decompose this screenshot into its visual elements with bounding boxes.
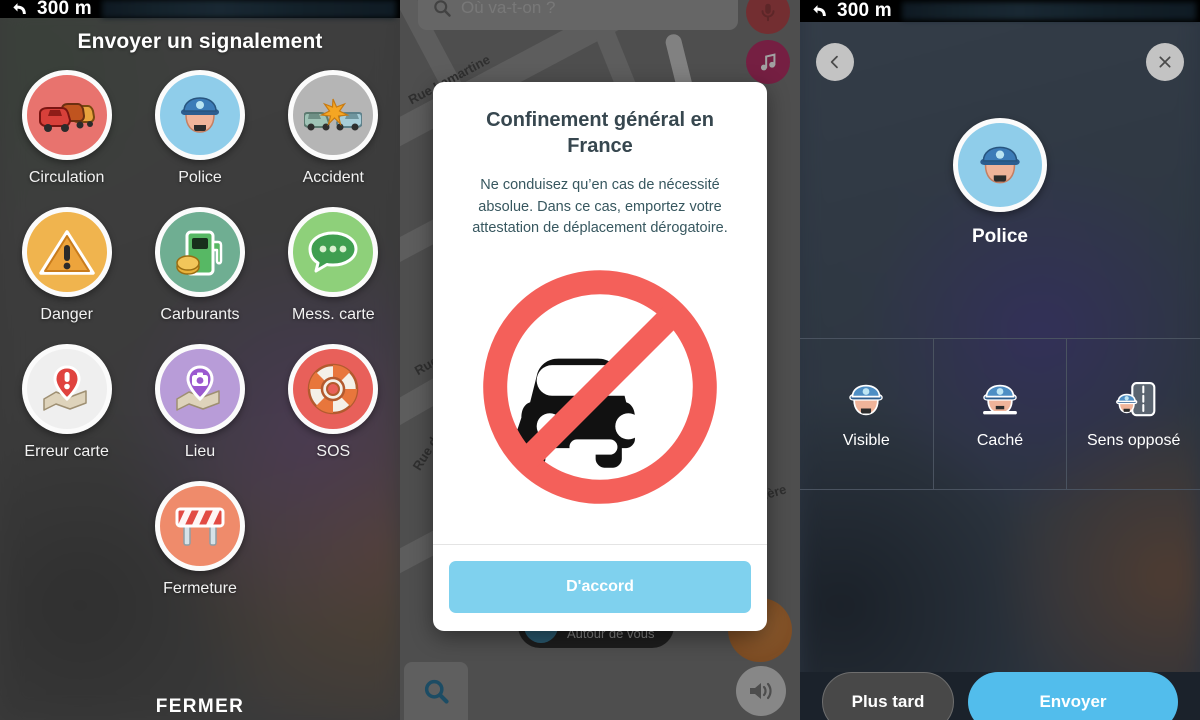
modal-title: Confinement général en France: [486, 109, 714, 157]
report-item-sos[interactable]: SOS: [267, 344, 400, 461]
police-opposite-direction-icon: [1115, 382, 1156, 417]
close-report-menu-button[interactable]: FERMER: [0, 694, 400, 720]
navbar-turn-info: 300 m: [800, 1, 892, 21]
road-barrier-icon: [175, 507, 225, 546]
police-officer-icon: [180, 97, 219, 133]
report-item-label: Lieu: [184, 443, 216, 460]
turn-left-arrow-icon: [813, 5, 826, 17]
modal-divider: [433, 543, 767, 545]
map-modal-panel: Rue Lamartine Rue Rue des edère 12151 Wa…: [400, 0, 800, 720]
police-officer-icon: [980, 146, 1020, 184]
report-menu-title: Envoyer un signalement: [77, 30, 323, 53]
report-bubble: [154, 344, 245, 434]
report-item-label: Danger: [40, 306, 93, 323]
option-sens-oppose[interactable]: Sens opposé: [1067, 339, 1200, 489]
report-item-label: SOS: [316, 443, 351, 460]
map-camera-pin-icon: [176, 365, 220, 411]
report-menu-panel: 300 m Envoyer un signalement Circulation…: [0, 0, 400, 720]
three-panel-screenshot: 300 m Envoyer un signalement Circulation…: [0, 0, 1200, 720]
send-button[interactable]: Envoyer: [968, 672, 1178, 720]
report-bubble: [21, 344, 112, 434]
report-item-danger[interactable]: Danger: [0, 207, 133, 324]
report-item-label: Circulation: [28, 169, 105, 186]
map-error-pin-icon: [42, 365, 87, 411]
confirm-report-panel: 300 m Police Visible Caché Sens opposé P…: [800, 0, 1200, 720]
navbar-distance: 300 m: [837, 0, 892, 21]
report-subtype-options: Visible Caché Sens opposé: [800, 338, 1200, 490]
turn-left-arrow-icon: [13, 3, 26, 15]
report-item-label: Mess. carte: [291, 306, 375, 323]
chevron-left-icon: [830, 55, 838, 69]
navbar-street-name-blurred: [101, 0, 396, 18]
report-item-lieu[interactable]: Lieu: [133, 344, 266, 461]
warning-triangle-icon: [38, 230, 95, 275]
report-item-message-carte[interactable]: Mess. carte: [267, 207, 400, 324]
report-menu-content: Envoyer un signalement Circulation Polic…: [0, 0, 400, 720]
navigation-top-bar: 300 m: [800, 0, 1200, 22]
report-item-label: Fermeture: [163, 580, 237, 597]
selected-report-hero: Police: [800, 118, 1200, 248]
fuel-pump-icon: [176, 230, 223, 276]
navbar-street-name-blurred: [901, 2, 1196, 20]
report-item-label: Carburants: [160, 306, 240, 323]
report-bubble: [154, 70, 245, 160]
modal-illustration: [433, 240, 767, 544]
report-bubble: [288, 70, 379, 160]
report-category-grid-last-row: Fermeture: [0, 481, 400, 598]
navbar-distance: 300 m: [37, 0, 92, 19]
chat-bubble-icon: [308, 231, 358, 273]
confirm-report-content: Police Visible Caché Sens opposé Plus ta…: [800, 0, 1200, 720]
no-car-prohibition-icon: [483, 269, 717, 504]
life-ring-icon: [308, 363, 359, 415]
report-item-label: Accident: [302, 169, 364, 186]
report-bubble: [288, 207, 379, 297]
report-item-circulation[interactable]: Circulation: [0, 70, 133, 187]
report-item-accident[interactable]: Accident: [267, 70, 400, 187]
report-item-carburants[interactable]: Carburants: [133, 207, 266, 324]
option-label: Visible: [842, 432, 890, 449]
modal-confirm-button[interactable]: D'accord: [449, 560, 751, 613]
navigation-top-bar: 300 m: [0, 0, 400, 18]
report-bubble: [21, 207, 112, 297]
traffic-jam-icon: [38, 103, 95, 132]
police-visible-icon: [849, 384, 884, 416]
navbar-turn-info: 300 m: [0, 0, 92, 19]
later-button[interactable]: Plus tard: [822, 672, 954, 720]
report-item-fermeture[interactable]: Fermeture: [155, 481, 245, 598]
report-bubble: [155, 481, 245, 571]
option-cache[interactable]: Caché: [934, 339, 1068, 489]
report-item-erreur-carte[interactable]: Erreur carte: [0, 344, 133, 461]
report-item-label: Erreur carte: [24, 443, 109, 460]
report-bubble: [21, 70, 112, 160]
option-label: Sens opposé: [1086, 432, 1181, 449]
police-hidden-icon: [983, 384, 1017, 415]
confirm-action-bar: Plus tard Envoyer: [800, 672, 1200, 720]
report-category-grid: Circulation Police Accident Danger Carbu…: [0, 70, 400, 461]
report-item-label: Police: [178, 169, 222, 186]
report-item-police[interactable]: Police: [133, 70, 266, 187]
report-bubble: [953, 118, 1047, 212]
report-bubble: [288, 344, 379, 434]
report-bubble: [154, 207, 245, 297]
back-button[interactable]: [816, 43, 854, 81]
option-visible[interactable]: Visible: [800, 339, 934, 489]
lockdown-notice-modal: Confinement général en France Ne conduis…: [433, 82, 767, 631]
car-crash-icon: [304, 98, 363, 131]
close-x-icon: [1159, 56, 1171, 68]
selected-report-label: Police: [972, 226, 1028, 247]
close-button[interactable]: [1146, 43, 1184, 81]
modal-body-text: Ne conduisez qu’en cas de nécessité abso…: [472, 177, 728, 237]
option-label: Caché: [976, 432, 1024, 449]
